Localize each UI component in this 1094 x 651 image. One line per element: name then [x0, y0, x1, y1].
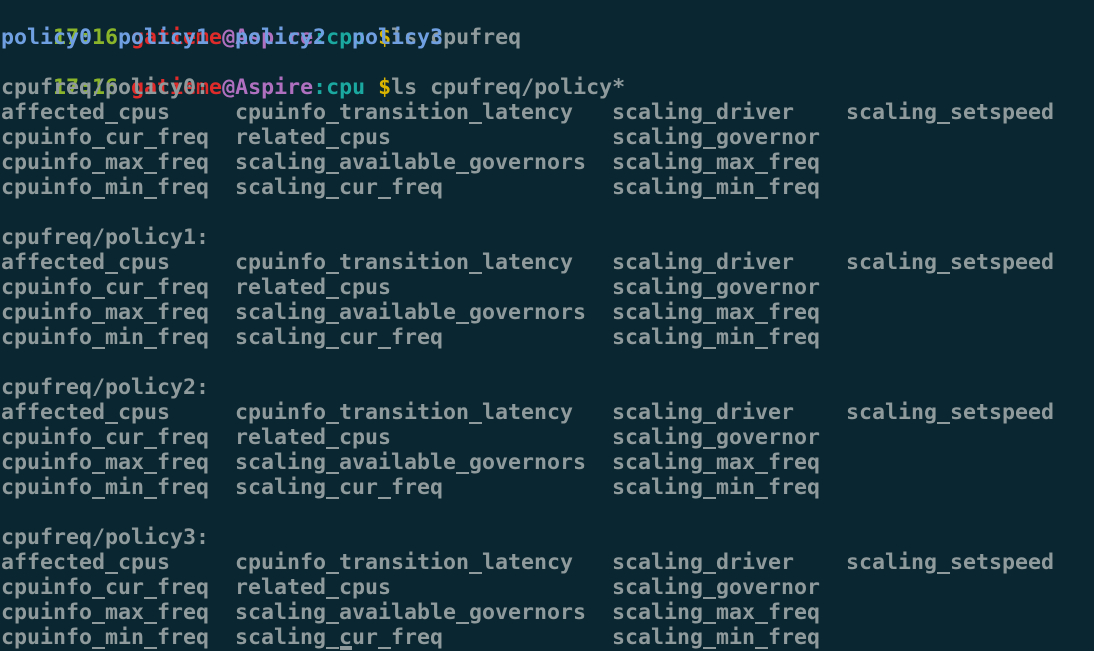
prompt-at: @ [222, 75, 236, 100]
file-entry: scaling_governor [612, 425, 821, 450]
file-entry: scaling_max_freq [612, 150, 821, 175]
file-row: cpuinfo_cur_freq related_cpus scaling_go… [1, 425, 820, 450]
terminal-window[interactable]: 17:16 gatieme@Aspire:cpu $ls cpufreq pol… [0, 0, 1094, 651]
file-row: cpuinfo_cur_freq related_cpus scaling_go… [1, 125, 820, 150]
file-row: affected_cpus cpuinfo_transition_latency… [1, 400, 1054, 425]
file-entry: scaling_driver [612, 250, 795, 275]
policy-header: cpufreq/policy2: [1, 375, 209, 400]
file-entry: scaling_min_freq [612, 175, 821, 200]
text-cursor [340, 646, 352, 650]
file-entry: scaling_governor [612, 275, 821, 300]
file-entry: scaling_min_freq [612, 325, 821, 350]
file-entry: affected_cpus [1, 400, 171, 425]
file-row: cpuinfo_cur_freq related_cpus scaling_go… [1, 575, 820, 600]
file-row: affected_cpus cpuinfo_transition_latency… [1, 250, 1054, 275]
prompt-command: ls cpufreq/policy* [391, 75, 626, 100]
policy-header: cpufreq/policy3: [1, 525, 209, 550]
file-row: cpuinfo_max_freq scaling_available_gover… [1, 300, 820, 325]
file-entry: cpuinfo_transition_latency [235, 100, 574, 125]
file-entry: scaling_available_governors [235, 150, 587, 175]
file-entry: cpuinfo_min_freq [1, 175, 210, 200]
ls-output-line: policy0 policy1 policy2 policy3 [1, 25, 443, 50]
file-entry: scaling_cur_freq [235, 175, 444, 200]
policy-header-label: cpufreq/policy2: [1, 375, 210, 400]
file-entry: cpuinfo_cur_freq [1, 575, 210, 600]
file-entry: scaling_cur_freq [235, 325, 444, 350]
prompt-at: @ [222, 25, 236, 50]
file-entry: scaling_available_governors [235, 600, 587, 625]
file-entry: scaling_available_governors [235, 450, 587, 475]
policy-header-label: cpufreq/policy0: [1, 75, 210, 100]
file-entry: cpuinfo_max_freq [1, 300, 210, 325]
file-entry: scaling_min_freq [612, 625, 821, 650]
file-entry: cpuinfo_min_freq [1, 625, 210, 650]
directory-entry: policy1 [118, 25, 210, 50]
file-row: cpuinfo_max_freq scaling_available_gover… [1, 450, 820, 475]
file-entry: related_cpus [235, 425, 392, 450]
file-entry: scaling_driver [612, 400, 795, 425]
directory-entry: policy2 [235, 25, 327, 50]
file-entry: cpuinfo_max_freq [1, 150, 210, 175]
file-entry: cpuinfo_min_freq [1, 325, 210, 350]
file-entry: scaling_cur_freq [235, 625, 444, 650]
file-row: cpuinfo_min_freq scaling_cur_freq scalin… [1, 175, 820, 200]
file-entry: scaling_governor [612, 125, 821, 150]
file-entry: affected_cpus [1, 550, 171, 575]
prompt-line-2: 17:16 gatieme@Aspire:cpu $ls cpufreq/pol… [1, 50, 625, 100]
file-entry: scaling_max_freq [612, 600, 821, 625]
directory-entry: policy0 [1, 25, 93, 50]
file-entry: cpuinfo_cur_freq [1, 425, 210, 450]
policy-header: cpufreq/policy1: [1, 225, 209, 250]
file-row: cpuinfo_min_freq scaling_cur_freq scalin… [1, 475, 820, 500]
file-entry: cpuinfo_transition_latency [235, 400, 574, 425]
file-entry: scaling_setspeed [846, 550, 1055, 575]
file-entry: cpuinfo_max_freq [1, 450, 210, 475]
file-entry: related_cpus [235, 125, 392, 150]
file-entry: cpuinfo_min_freq [1, 475, 210, 500]
file-entry: cpuinfo_cur_freq [1, 275, 210, 300]
file-entry: scaling_setspeed [846, 400, 1055, 425]
prompt-line-1: 17:16 gatieme@Aspire:cpu $ls cpufreq [1, 0, 521, 50]
file-entry: cpuinfo_transition_latency [235, 250, 574, 275]
file-entry: scaling_max_freq [612, 450, 821, 475]
file-entry: scaling_driver [612, 100, 795, 125]
file-entry: related_cpus [235, 575, 392, 600]
file-row: cpuinfo_min_freq scaling_cur_freq scalin… [1, 625, 820, 650]
file-entry: related_cpus [235, 275, 392, 300]
file-entry: scaling_governor [612, 575, 821, 600]
policy-header: cpufreq/policy0: [1, 75, 209, 100]
file-entry: scaling_min_freq [612, 475, 821, 500]
file-entry: scaling_setspeed [846, 100, 1055, 125]
file-entry: cpuinfo_transition_latency [235, 550, 574, 575]
file-entry: scaling_available_governors [235, 300, 587, 325]
file-row: affected_cpus cpuinfo_transition_latency… [1, 550, 1054, 575]
file-row: cpuinfo_min_freq scaling_cur_freq scalin… [1, 325, 820, 350]
file-entry: cpuinfo_max_freq [1, 600, 210, 625]
file-row: cpuinfo_max_freq scaling_available_gover… [1, 600, 820, 625]
file-row: affected_cpus cpuinfo_transition_latency… [1, 100, 1054, 125]
directory-entry: policy3 [352, 25, 444, 50]
file-entry: affected_cpus [1, 100, 171, 125]
file-entry: scaling_cur_freq [235, 475, 444, 500]
file-row: cpuinfo_max_freq scaling_available_gover… [1, 150, 820, 175]
file-entry: cpuinfo_cur_freq [1, 125, 210, 150]
file-entry: scaling_setspeed [846, 250, 1055, 275]
prompt-host: Aspire [235, 75, 314, 100]
file-row: cpuinfo_cur_freq related_cpus scaling_go… [1, 275, 820, 300]
prompt-cwd: cpu [326, 75, 366, 100]
policy-header-label: cpufreq/policy3: [1, 525, 210, 550]
file-entry: affected_cpus [1, 250, 171, 275]
file-entry: scaling_max_freq [612, 300, 821, 325]
file-entry: scaling_driver [612, 550, 795, 575]
prompt-dollar: $ [365, 75, 392, 100]
policy-header-label: cpufreq/policy1: [1, 225, 210, 250]
prompt-colon: : [313, 75, 327, 100]
